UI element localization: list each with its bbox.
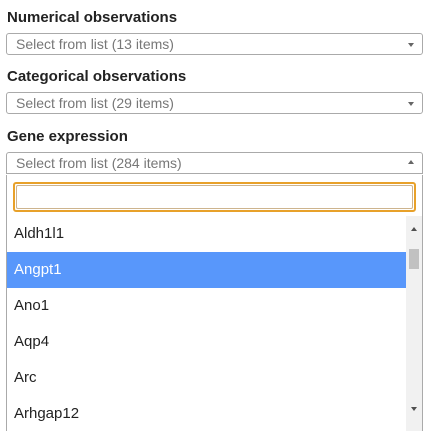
numerical-observations-select[interactable]: Select from list (13 items) xyxy=(6,33,423,55)
gene-options-list: Aldh1l1 Angpt1 Ano1 Aqp4 Arc Arhgap12 xyxy=(7,216,406,431)
gene-option-arhgap12[interactable]: Arhgap12 xyxy=(7,396,406,431)
gene-option-angpt1[interactable]: Angpt1 xyxy=(7,252,406,288)
chevron-up-icon xyxy=(408,160,414,164)
gene-expression-dropdown: Aldh1l1 Angpt1 Ano1 Aqp4 Arc Arhgap12 xyxy=(6,175,423,431)
gene-expression-label: Gene expression xyxy=(7,128,128,145)
gene-option-aqp4[interactable]: Aqp4 xyxy=(7,324,406,360)
categorical-observations-select[interactable]: Select from list (29 items) xyxy=(6,92,423,114)
gene-option-arc[interactable]: Arc xyxy=(7,360,406,396)
dropdown-search-input[interactable] xyxy=(16,185,413,209)
options-scrollbar[interactable] xyxy=(406,216,422,431)
gene-expression-placeholder: Select from list (284 items) xyxy=(16,155,182,171)
chevron-down-icon xyxy=(408,43,414,47)
scroll-down-arrow-icon[interactable] xyxy=(411,407,417,411)
categorical-observations-label: Categorical observations xyxy=(7,68,187,85)
dropdown-search-wrapper xyxy=(13,182,416,212)
scrollbar-thumb[interactable] xyxy=(409,249,419,269)
observation-selector-panel: Numerical observations Select from list … xyxy=(0,0,434,431)
chevron-down-icon xyxy=(408,102,414,106)
numerical-observations-placeholder: Select from list (13 items) xyxy=(16,36,174,52)
categorical-observations-placeholder: Select from list (29 items) xyxy=(16,95,174,111)
gene-option-ano1[interactable]: Ano1 xyxy=(7,288,406,324)
scroll-up-arrow-icon[interactable] xyxy=(411,227,417,231)
numerical-observations-label: Numerical observations xyxy=(7,9,178,26)
gene-option-aldh1l1[interactable]: Aldh1l1 xyxy=(7,216,406,252)
gene-expression-select[interactable]: Select from list (284 items) xyxy=(6,152,423,174)
